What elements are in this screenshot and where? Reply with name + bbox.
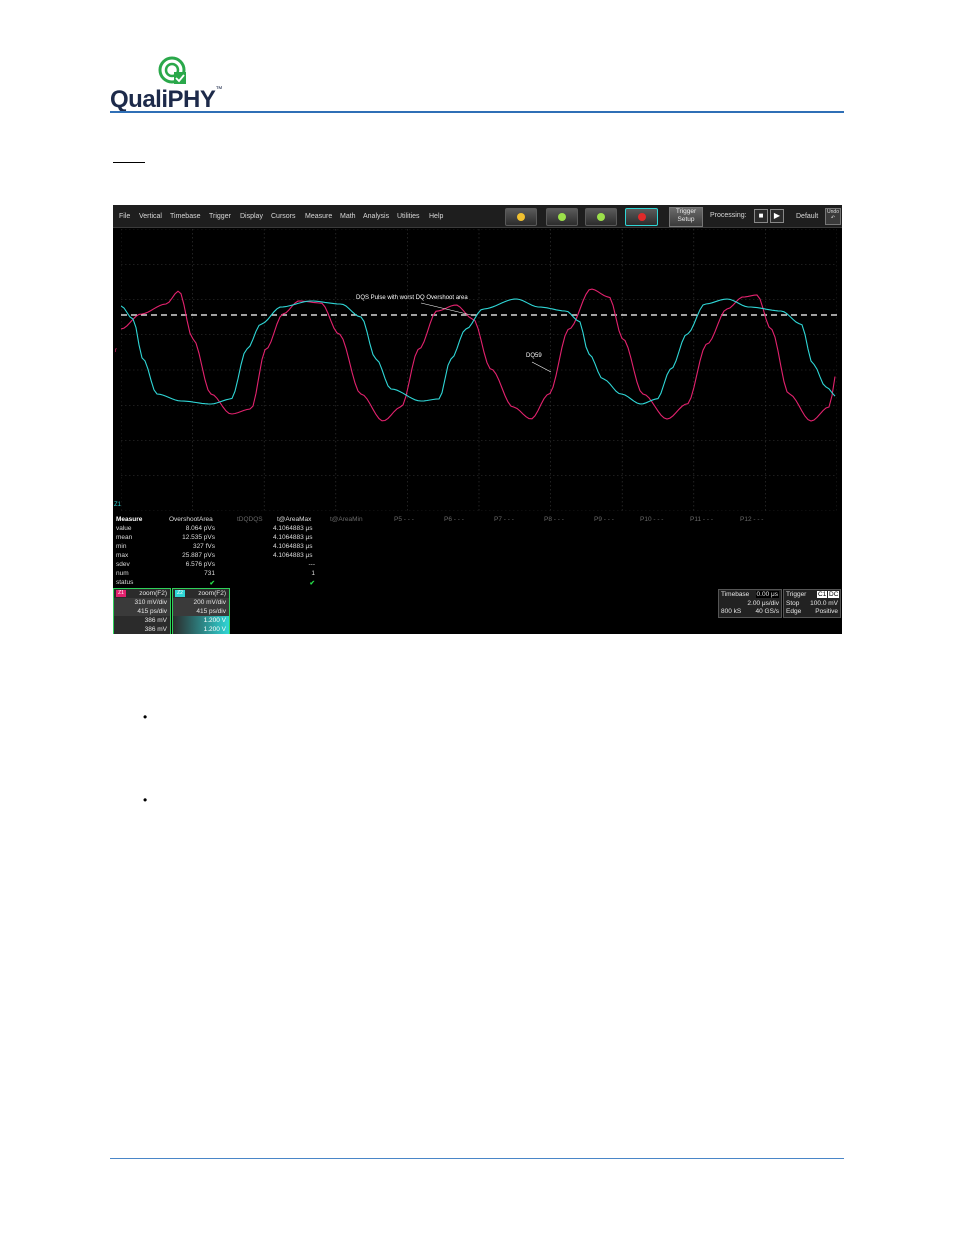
- zoom-descriptor-z2[interactable]: Z2 zoom(F2) 200 mV/div 415 ps/div 1.200 V…: [172, 588, 230, 634]
- zoom-channel-marker: Z1: [114, 502, 122, 508]
- menu-analysis[interactable]: Analysis: [363, 213, 389, 220]
- zoom-descriptor-z1[interactable]: Z1 zoom(F2) 310 mV/div 415 ps/div 386 mV …: [113, 588, 171, 634]
- timebase-descriptor[interactable]: Timebase 0.00 μs 2.00 μs/div 800 kS 40 G…: [718, 589, 782, 618]
- row-label: max: [116, 552, 129, 559]
- run-processing-button[interactable]: ▶: [770, 209, 784, 223]
- measure-header: Measure: [116, 516, 143, 523]
- p3-value: 4.1064883 μs: [273, 525, 313, 532]
- param-p2-header[interactable]: tDQDQS: [237, 516, 263, 523]
- p3-value: 4.1064883 μs: [273, 534, 313, 541]
- param-p1-header[interactable]: OvershootArea: [169, 516, 213, 523]
- qualiphy-logo-icon: [158, 56, 186, 84]
- menu-timebase[interactable]: Timebase: [170, 213, 200, 220]
- param-p10-header[interactable]: P10 - - -: [640, 516, 663, 523]
- menu-file[interactable]: File: [119, 213, 130, 220]
- brand-logo-text: QualiPHY™: [110, 86, 222, 113]
- single-trigger-button[interactable]: [585, 208, 617, 226]
- row-label: status: [116, 579, 134, 586]
- p3-value: 4.1064883 μs: [273, 543, 313, 550]
- p1-value: 731: [204, 570, 215, 577]
- menu-trigger[interactable]: Trigger: [209, 213, 231, 220]
- normal-trigger-button[interactable]: [546, 208, 578, 226]
- p3-value: ---: [308, 561, 316, 568]
- param-p6-header[interactable]: P6 - - -: [444, 516, 464, 523]
- row-label: mean: [116, 534, 133, 541]
- oscilloscope-screenshot: File Vertical Timebase Trigger Display C…: [113, 205, 842, 634]
- bullet-marker: •: [143, 710, 148, 724]
- menu-display[interactable]: Display: [240, 213, 263, 220]
- p3-value: 1: [311, 570, 315, 577]
- menu-help[interactable]: Help: [429, 213, 443, 220]
- menu-math[interactable]: Math: [340, 213, 356, 220]
- header-divider: [110, 111, 844, 113]
- row-label: num: [116, 570, 129, 577]
- param-p12-header[interactable]: P12 - - -: [740, 516, 763, 523]
- underlined-heading-stub: [113, 162, 145, 163]
- bullet-marker: •: [143, 793, 148, 807]
- menu-bar: File Vertical Timebase Trigger Display C…: [113, 205, 842, 228]
- dqs-waveform-trace: [121, 298, 836, 405]
- param-p11-header[interactable]: P11 - - -: [690, 516, 713, 523]
- p1-value: 12.535 pVs: [182, 534, 215, 541]
- param-p3-header[interactable]: t@AreaMax: [277, 516, 311, 523]
- p3-status-check-icon: ✔: [309, 580, 315, 587]
- p1-value: 6.576 pVs: [185, 561, 215, 568]
- row-label: value: [116, 525, 132, 532]
- row-label: sdev: [116, 561, 130, 568]
- row-label: min: [116, 543, 127, 550]
- menu-utilities[interactable]: Utilities: [397, 213, 420, 220]
- p3-value: 4.1064883 μs: [273, 552, 313, 559]
- menu-vertical[interactable]: Vertical: [139, 213, 162, 220]
- param-p8-header[interactable]: P8 - - -: [544, 516, 564, 523]
- dq-waveform-trace: [121, 288, 836, 422]
- default-setup-label[interactable]: Default: [796, 213, 818, 220]
- param-p7-header[interactable]: P7 - - -: [494, 516, 514, 523]
- channel-offset-marker[interactable]: r: [115, 348, 117, 354]
- p1-value: 25.887 pVs: [182, 552, 215, 559]
- processing-label: Processing:: [710, 212, 747, 219]
- param-p4-header[interactable]: t@AreaMin: [330, 516, 363, 523]
- p1-value: 8.064 pVs: [185, 525, 215, 532]
- menu-measure[interactable]: Measure: [305, 213, 332, 220]
- param-p9-header[interactable]: P9 - - -: [594, 516, 614, 523]
- footer-divider: [110, 1158, 844, 1159]
- stop-processing-button[interactable]: ■: [754, 209, 768, 223]
- undo-button[interactable]: Undo ↶: [825, 208, 841, 225]
- waveform-grid: [121, 229, 837, 511]
- p1-value: 327 fVs: [192, 543, 215, 550]
- overshoot-annotation: DQS Pulse with worst DQ Overshoot area: [356, 295, 468, 301]
- param-p5-header[interactable]: P5 - - -: [394, 516, 414, 523]
- auto-setup-button[interactable]: [505, 208, 537, 226]
- dq-annotation: DQ59: [526, 353, 542, 359]
- menu-cursors[interactable]: Cursors: [271, 213, 296, 220]
- stop-trigger-button[interactable]: [625, 208, 658, 226]
- trigger-descriptor[interactable]: Trigger C1 DC Stop 100.0 mV Edge Positiv…: [783, 589, 841, 618]
- trigger-setup-button[interactable]: Trigger Setup: [669, 207, 703, 227]
- p1-status-check-icon: ✔: [209, 580, 215, 587]
